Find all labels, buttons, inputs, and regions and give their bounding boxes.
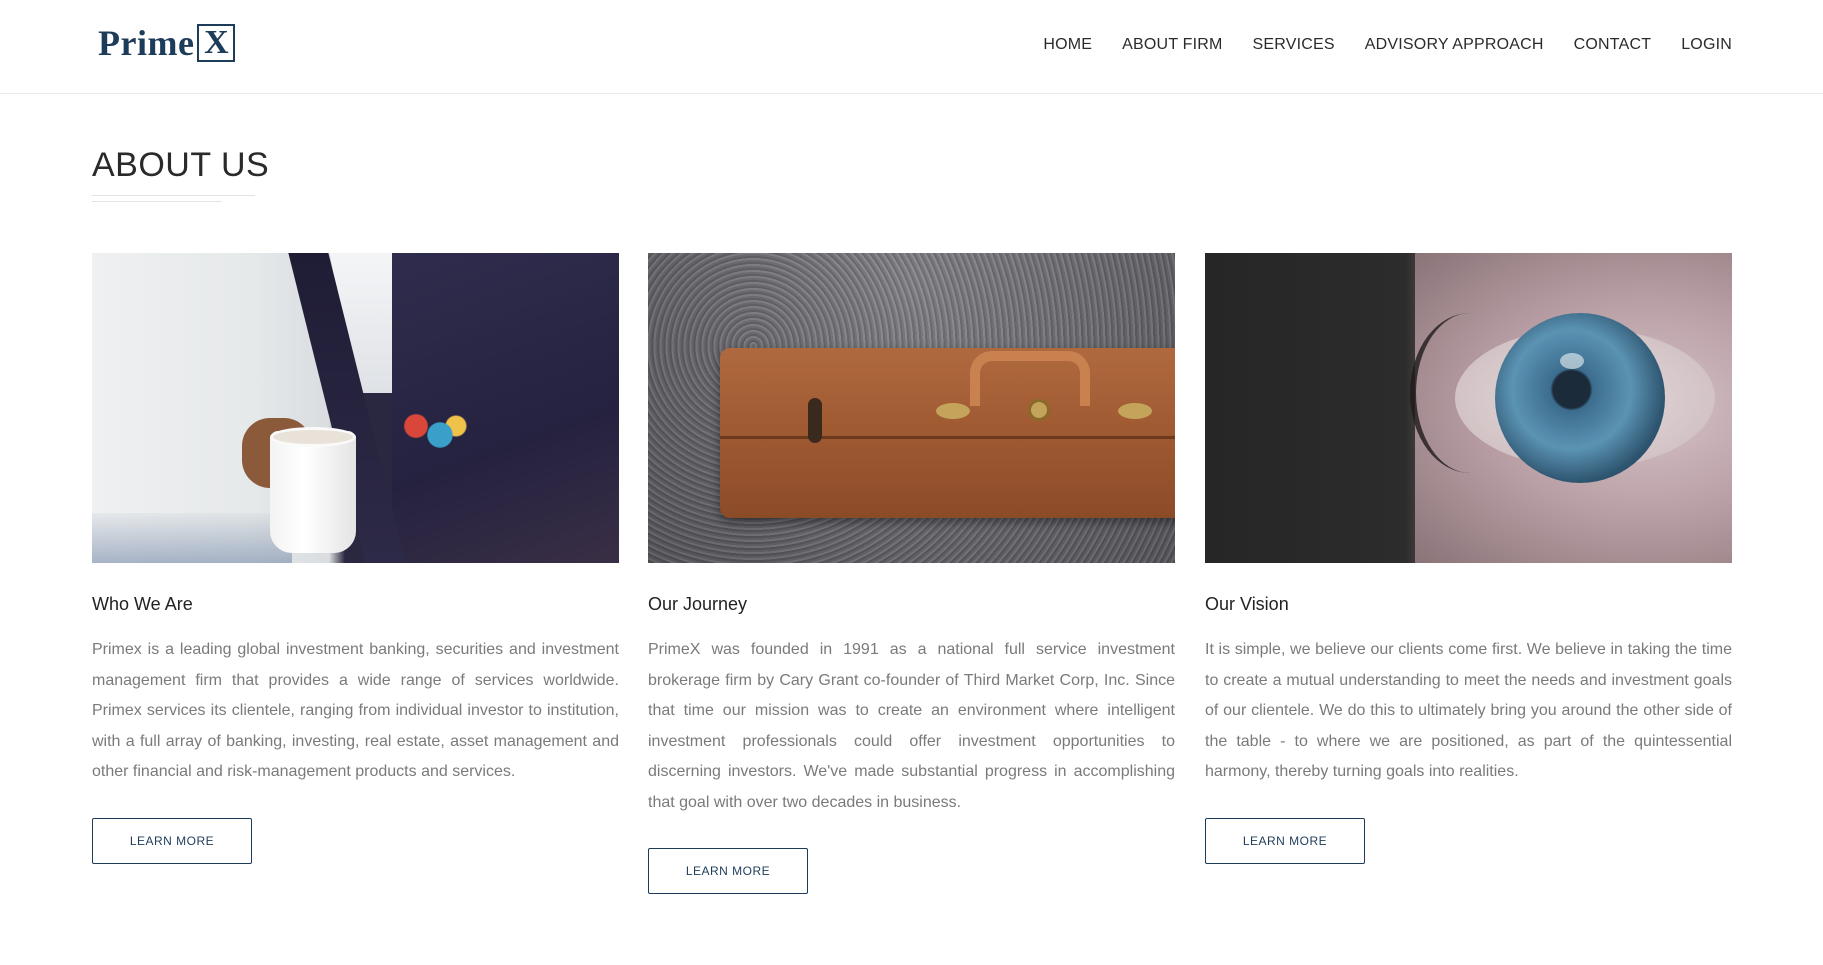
nav-home[interactable]: HOME [1043,36,1092,54]
briefcase-image [648,253,1175,563]
eye-glint-shape [1560,353,1584,369]
eyelashes-shape [1410,313,1530,473]
nav-services[interactable]: SERVICES [1253,36,1335,54]
learn-more-button[interactable]: LEARN MORE [92,817,252,864]
column-text: It is simple, we believe our clients com… [1205,641,1732,780]
column-heading: Our Vision [1205,594,1289,614]
nav-login[interactable]: LOGIN [1681,36,1732,54]
briefcase-seam-shape [720,436,1175,439]
suit-coffee-image [92,253,619,563]
briefcase-latch-shape [808,398,822,443]
column-text: Primex is a leading global investment ba… [92,641,619,780]
eye-image [1205,253,1732,563]
learn-more-button[interactable]: LEARN MORE [1205,817,1365,864]
briefcase-lock-shape [1028,399,1050,421]
nav-about-firm[interactable]: ABOUT FIRM [1122,36,1222,54]
briefcase-clasp-left-shape [936,403,970,419]
about-column-who-we-are: Who We Are Primex is a leading global in… [92,253,619,864]
title-divider-accent [92,201,222,202]
nav-contact[interactable]: CONTACT [1574,36,1652,54]
briefcase-clasp-right-shape [1118,403,1152,419]
main-nav: HOME ABOUT FIRM SERVICES ADVISORY APPROA… [1043,36,1732,54]
coffee-cup-rim-shape [270,427,356,447]
about-column-our-journey: Our Journey PrimeX was founded in 1991 a… [648,253,1175,894]
learn-more-button[interactable]: LEARN MORE [648,848,808,894]
about-column-our-vision: Our Vision It is simple, we believe our … [1205,253,1732,864]
logo-text: Prime [98,23,195,63]
column-heading: Our Journey [648,594,748,614]
section-title: ABOUT US [92,146,270,184]
table-blur-shape [92,513,292,563]
coffee-cup-shape [270,431,356,553]
column-text: PrimeX was founded in 1991 as a national… [648,641,1175,811]
briefcase-handle-shape [970,351,1090,406]
logo-box-letter: X [197,24,236,62]
site-header: Prime X HOME ABOUT FIRM SERVICES ADVISOR… [0,0,1823,94]
pocket-square-shape [392,408,472,453]
nav-advisory-approach[interactable]: ADVISORY APPROACH [1365,36,1544,54]
primex-logo[interactable]: Prime X [98,22,236,64]
title-divider [92,195,255,196]
column-heading: Who We Are [92,594,193,614]
briefcase-body-shape [720,348,1175,518]
